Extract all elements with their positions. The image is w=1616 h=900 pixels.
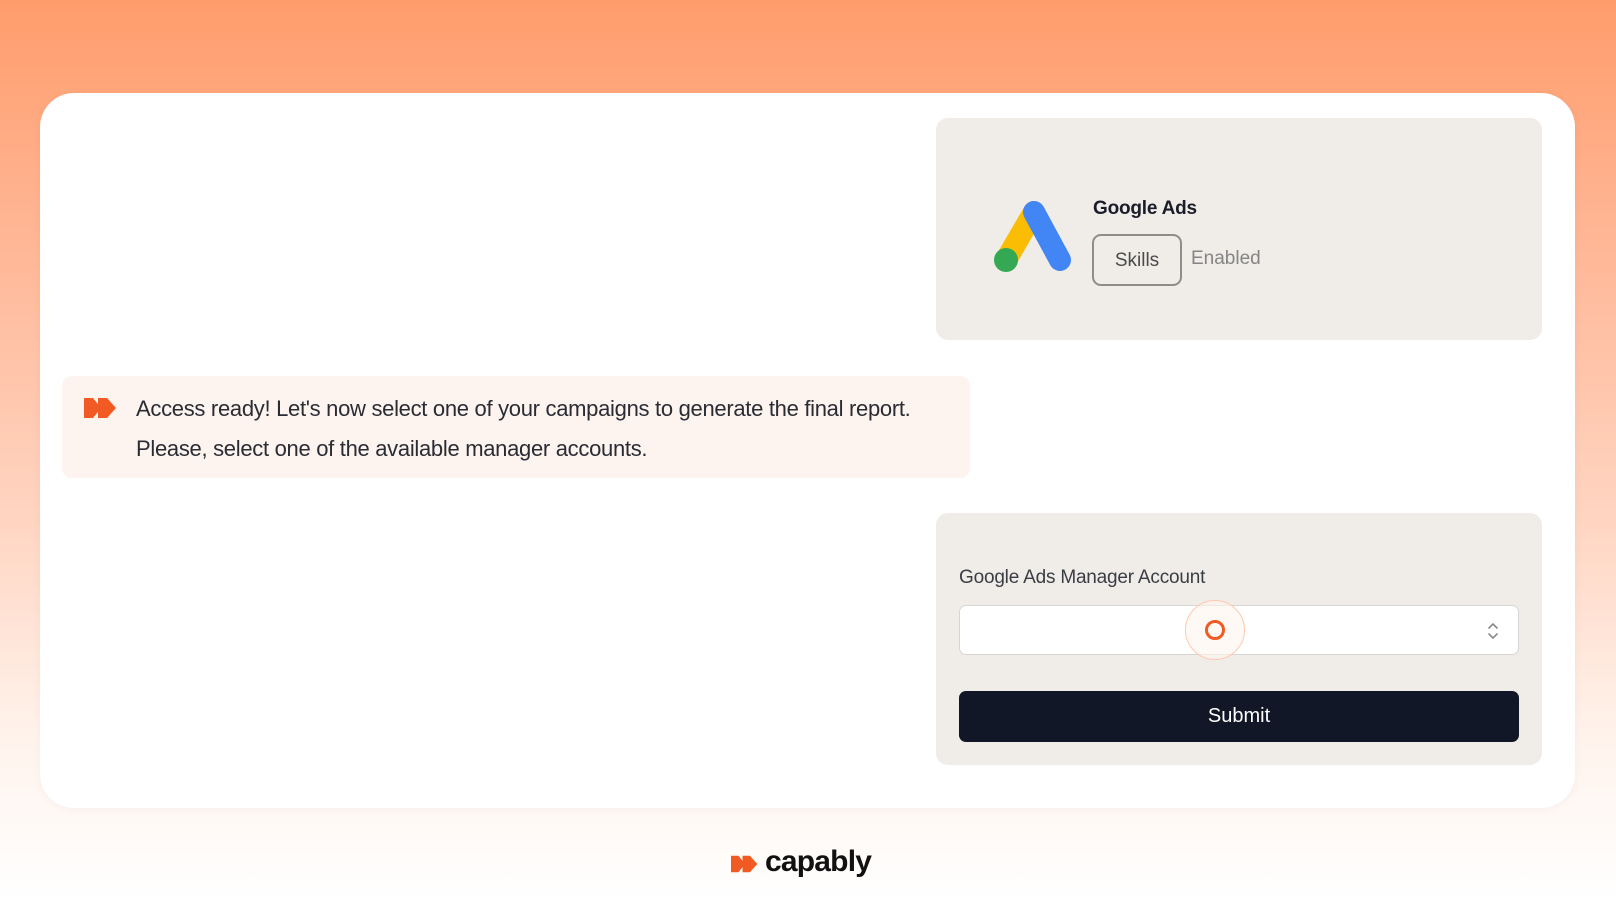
status-text: Enabled	[1191, 248, 1261, 269]
cursor-dot	[1205, 620, 1225, 640]
chevron-up-down-icon	[1488, 623, 1498, 639]
manager-account-label: Google Ads Manager Account	[959, 567, 1206, 588]
brand-logo: capably	[731, 842, 872, 882]
assistant-message: Access ready! Let's now select one of yo…	[62, 376, 970, 478]
capably-arrow-icon	[731, 855, 758, 873]
account-form: Google Ads Manager Account Submit	[936, 513, 1542, 765]
submit-button[interactable]: Submit	[959, 691, 1519, 742]
google-ads-logo-icon	[994, 201, 1071, 272]
integration-title: Google Ads	[1093, 198, 1197, 219]
cursor-indicator	[1185, 600, 1245, 660]
main-card: Google Ads Skills Enabled Access ready! …	[40, 93, 1575, 808]
manager-account-select[interactable]	[959, 600, 1519, 660]
integration-card: Google Ads Skills Enabled	[936, 118, 1542, 340]
skills-button[interactable]: Skills	[1092, 234, 1182, 286]
message-text: Access ready! Let's now select one of yo…	[136, 396, 911, 461]
capably-arrow-icon	[84, 398, 116, 418]
brand-name: capably	[765, 845, 872, 878]
